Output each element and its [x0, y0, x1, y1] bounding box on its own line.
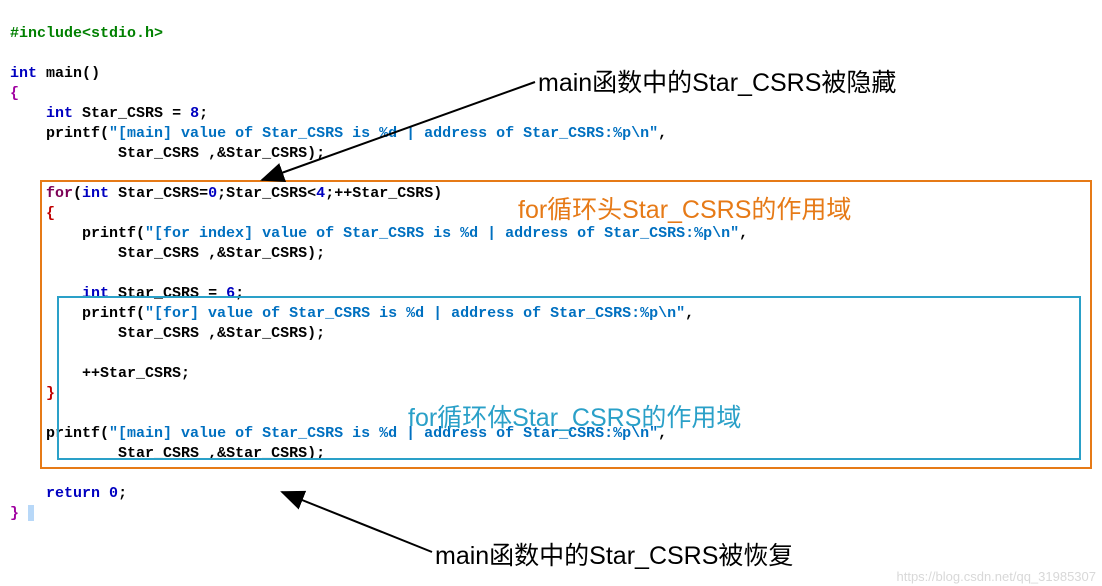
- fn-main: main: [46, 65, 82, 82]
- scope-box-for-body: [57, 296, 1081, 460]
- brace-close: }: [10, 505, 19, 522]
- kw-return: return: [46, 485, 100, 502]
- preprocessor: #include<stdio.h>: [10, 25, 163, 42]
- watermark: https://blog.csdn.net/qq_31985307: [897, 569, 1097, 584]
- annotation-main-hidden: main函数中的Star_CSRS被隐藏: [538, 63, 896, 99]
- annotation-for-header-scope: for循环头Star_CSRS的作用域: [518, 190, 851, 226]
- str-main-1: "[main] value of Star_CSRS is %d | addre…: [109, 125, 658, 142]
- annotation-for-body-scope: for循环体Star_CSRS的作用域: [408, 398, 741, 434]
- kw-int: int: [10, 65, 37, 82]
- text-cursor: [28, 505, 34, 521]
- brace-open: {: [10, 85, 19, 102]
- annotation-main-restored: main函数中的Star_CSRS被恢复: [435, 536, 793, 572]
